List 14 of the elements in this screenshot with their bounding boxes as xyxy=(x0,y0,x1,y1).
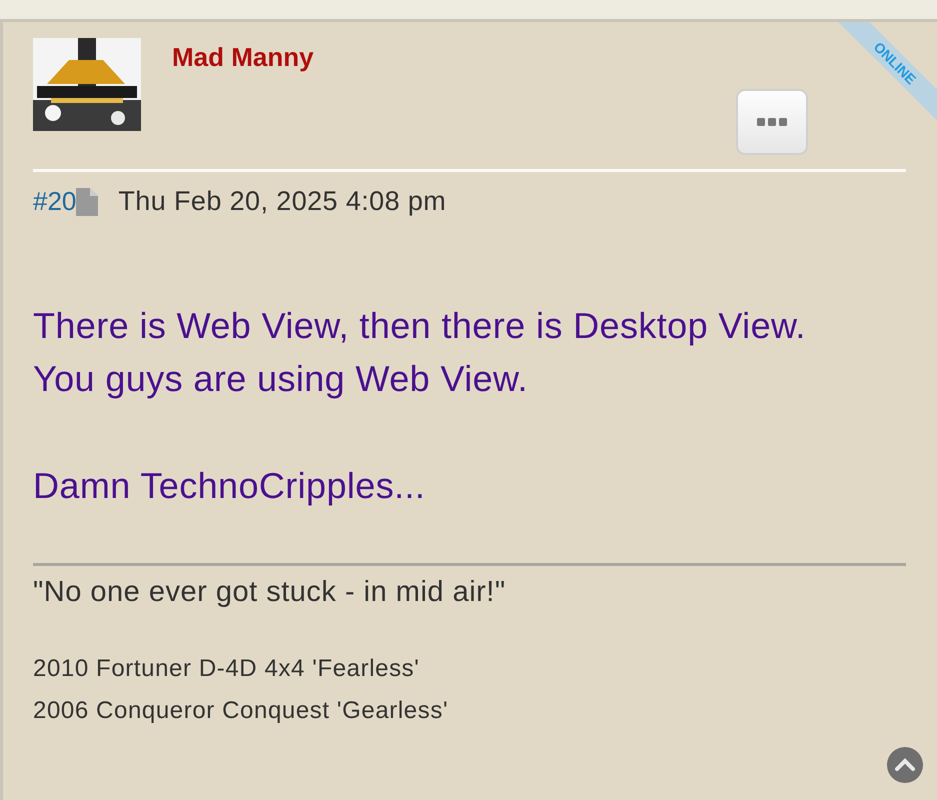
post-date: Thu Feb 20, 2025 4:08 pm xyxy=(118,186,446,217)
signature-line: 2010 Fortuner D-4D 4x4 'Fearless' xyxy=(33,655,420,683)
signature-line: 2006 Conqueror Conquest 'Gearless' xyxy=(33,697,450,725)
author-name[interactable]: Mad Manny xyxy=(172,42,314,73)
document-icon xyxy=(76,188,98,216)
post-text: Damn TechnoCripples... xyxy=(33,464,426,508)
chevron-up-icon xyxy=(895,758,915,772)
post-text: There is Web View, then there is Desktop View. xyxy=(33,304,807,348)
signature-quote: "No one ever got stuck - in mid air!" xyxy=(33,576,507,609)
ellipsis-icon xyxy=(757,118,787,126)
more-button[interactable] xyxy=(736,89,808,155)
post-text: You guys are using Web View. xyxy=(33,357,529,401)
scroll-top-button[interactable] xyxy=(887,747,923,783)
post-number[interactable]: #20 xyxy=(33,186,76,217)
